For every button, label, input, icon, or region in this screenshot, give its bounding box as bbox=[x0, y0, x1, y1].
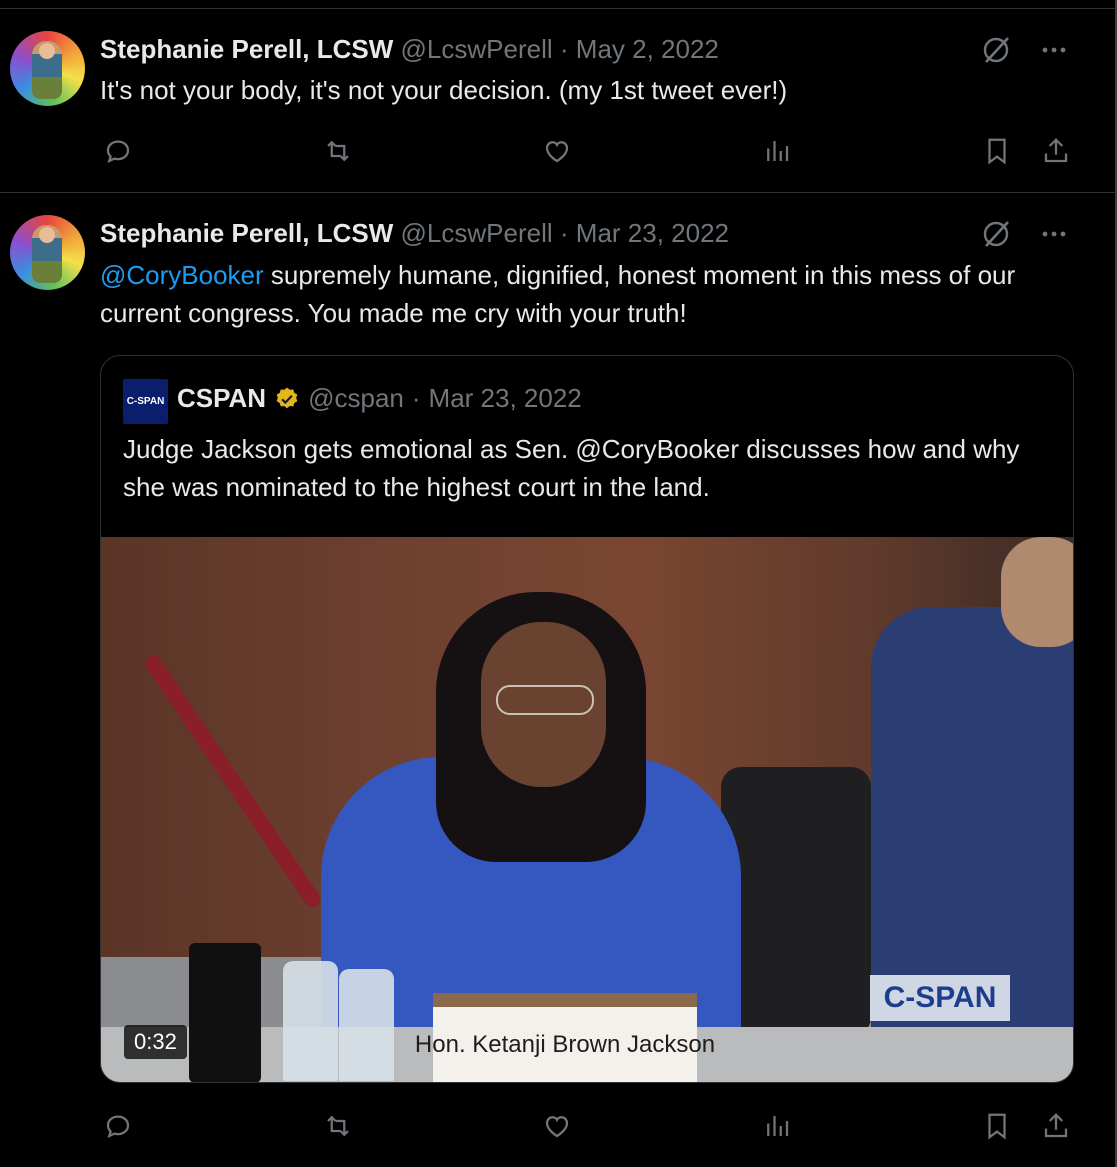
background-person bbox=[871, 607, 1073, 1027]
retweet-button[interactable] bbox=[318, 1106, 358, 1146]
quoted-tweet[interactable]: C-SPAN CSPAN @cspan · Mar 23, 2022 Judge… bbox=[100, 355, 1074, 1083]
tweet-text: It's not your body, it's not your decisi… bbox=[100, 75, 788, 105]
background-person-head bbox=[1001, 537, 1073, 647]
tweet-date[interactable]: May 2, 2022 bbox=[576, 34, 719, 64]
speaker-glasses bbox=[496, 685, 594, 715]
like-icon bbox=[545, 1116, 569, 1138]
tweet-actions bbox=[0, 131, 1115, 171]
verified-badge-icon bbox=[276, 387, 298, 408]
quoted-tweet-date[interactable]: Mar 23, 2022 bbox=[429, 383, 582, 414]
avatar[interactable] bbox=[10, 215, 85, 290]
more-icon[interactable] bbox=[1039, 217, 1069, 251]
tweet[interactable]: Stephanie Perell, LCSW @LcswPerell · May… bbox=[0, 9, 1115, 193]
tumbler bbox=[189, 943, 261, 1082]
like-icon bbox=[545, 141, 569, 163]
more-icon[interactable] bbox=[1039, 33, 1069, 67]
mention-link[interactable]: @CoryBooker bbox=[100, 260, 264, 290]
cspan-watermark: C-SPAN bbox=[870, 975, 1010, 1021]
quoted-author-handle[interactable]: @cspan bbox=[308, 383, 404, 414]
views-icon bbox=[767, 1116, 789, 1136]
bookmark-icon bbox=[988, 138, 1006, 165]
views-button[interactable] bbox=[757, 1106, 797, 1146]
tweet-header: Stephanie Perell, LCSW @LcswPerell · May… bbox=[100, 34, 719, 65]
retweet-button[interactable] bbox=[318, 131, 358, 171]
bookmark-icon bbox=[988, 1113, 1006, 1140]
reply-button[interactable] bbox=[98, 1106, 138, 1146]
tweet-top-icons bbox=[979, 33, 1069, 67]
video-player[interactable]: Hon. Ketanji Brown Jackson C-SPAN 0:32 bbox=[101, 537, 1073, 1082]
reply-icon bbox=[106, 140, 130, 164]
author-handle[interactable]: @LcswPerell bbox=[401, 34, 553, 64]
tweet-text: @CoryBooker supremely humane, dignified,… bbox=[100, 256, 1085, 332]
separator: · bbox=[559, 34, 569, 64]
retweet-icon bbox=[327, 140, 349, 162]
grok-icon[interactable] bbox=[979, 33, 1013, 67]
quoted-author-name[interactable]: CSPAN bbox=[177, 383, 266, 414]
share-icon bbox=[1044, 138, 1068, 163]
reply-icon bbox=[106, 1115, 130, 1139]
top-edge bbox=[0, 0, 1117, 9]
video-duration: 0:32 bbox=[124, 1025, 187, 1059]
tweet-header: Stephanie Perell, LCSW @LcswPerell · Mar… bbox=[100, 218, 729, 249]
author-name[interactable]: Stephanie Perell, LCSW bbox=[100, 34, 393, 64]
views-icon bbox=[767, 141, 789, 161]
nameplate: Hon. Ketanji Brown Jackson bbox=[415, 993, 715, 1082]
views-button[interactable] bbox=[757, 131, 797, 171]
tweet-actions bbox=[0, 1106, 1115, 1146]
bookmark-button[interactable] bbox=[977, 1106, 1017, 1146]
author-handle[interactable]: @LcswPerell bbox=[401, 218, 553, 248]
quoted-tweet-text: Judge Jackson gets emotional as Sen. @Co… bbox=[123, 434, 1020, 502]
cspan-logo[interactable]: C-SPAN bbox=[123, 379, 168, 424]
share-button[interactable] bbox=[1036, 131, 1076, 171]
retweet-icon bbox=[327, 1115, 349, 1137]
quoted-tweet-header: CSPAN @cspan · Mar 23, 2022 bbox=[177, 383, 582, 414]
grok-icon[interactable] bbox=[979, 217, 1013, 251]
chair bbox=[721, 767, 871, 1037]
avatar[interactable] bbox=[10, 31, 85, 106]
share-button[interactable] bbox=[1036, 1106, 1076, 1146]
water-bottle bbox=[339, 969, 394, 1081]
share-icon bbox=[1044, 1113, 1068, 1138]
water-bottle bbox=[283, 961, 338, 1081]
tweet-date[interactable]: Mar 23, 2022 bbox=[576, 218, 729, 248]
like-button[interactable] bbox=[537, 131, 577, 171]
separator: · bbox=[559, 218, 569, 248]
bookmark-button[interactable] bbox=[977, 131, 1017, 171]
author-name[interactable]: Stephanie Perell, LCSW bbox=[100, 218, 393, 248]
reply-button[interactable] bbox=[98, 131, 138, 171]
like-button[interactable] bbox=[537, 1106, 577, 1146]
separator: · bbox=[411, 383, 421, 413]
tweet-top-icons bbox=[979, 217, 1069, 251]
